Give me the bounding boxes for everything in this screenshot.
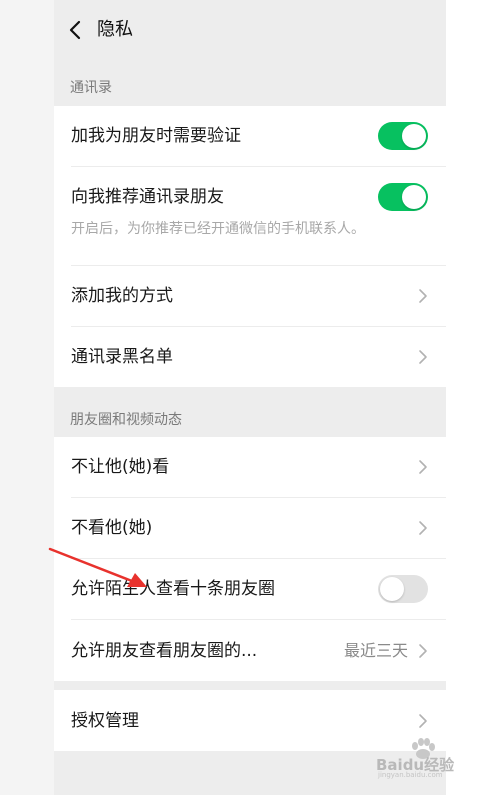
- watermark-url: jingyan.baidu.com: [378, 771, 443, 779]
- row-recommend-contacts: 向我推荐通讯录朋友 开启后，为你推荐已经开通微信的手机联系人。: [54, 167, 446, 266]
- row-hide-their-posts[interactable]: 不看他(她): [54, 498, 446, 559]
- toggle-knob: [402, 185, 426, 209]
- recommend-contacts-toggle[interactable]: [378, 183, 428, 211]
- verify-friend-request-toggle[interactable]: [378, 122, 428, 150]
- row-label: 不让他(她)看: [71, 457, 170, 477]
- row-friends-view-range[interactable]: 允许朋友查看朋友圈的... 最近三天: [54, 620, 446, 681]
- row-label: 通讯录黑名单: [71, 347, 173, 367]
- chevron-right-icon: [419, 460, 427, 474]
- contacts-card: 加我为朋友时需要验证 向我推荐通讯录朋友 开启后，为你推荐已经开通微信的手机联系…: [54, 106, 446, 387]
- chevron-right-icon: [419, 350, 427, 364]
- row-contacts-blacklist[interactable]: 通讯录黑名单: [54, 327, 446, 387]
- view-range-value: 最近三天: [343, 641, 408, 660]
- strangers-view-posts-toggle[interactable]: [378, 575, 428, 603]
- privacy-settings-screen: 隐私 通讯录 加我为朋友时需要验证 向我推荐通讯录朋友 开启后，为你推荐已经开通…: [54, 0, 446, 795]
- row-description: 开启后，为你推荐已经开通微信的手机联系人。: [71, 221, 365, 237]
- nav-bar: 隐私: [54, 0, 446, 60]
- row-label: 授权管理: [71, 711, 139, 731]
- row-label: 向我推荐通讯录朋友: [71, 187, 224, 207]
- page-title: 隐私: [97, 19, 133, 40]
- row-ways-to-add-me[interactable]: 添加我的方式: [54, 266, 446, 327]
- chevron-right-icon: [419, 644, 427, 658]
- row-strangers-view-ten-posts: 允许陌生人查看十条朋友圈: [54, 559, 446, 620]
- background-right-margin: [446, 0, 494, 795]
- section-header-contacts: 通讯录: [70, 80, 112, 96]
- chevron-right-icon: [419, 521, 427, 535]
- row-label: 允许陌生人查看十条朋友圈: [71, 579, 275, 599]
- baidu-watermark: Baidu经验 jingyan.baidu.com: [374, 738, 490, 779]
- section-header-moments: 朋友圈和视频动态: [70, 412, 182, 428]
- row-label: 添加我的方式: [71, 286, 173, 306]
- back-button[interactable]: [60, 12, 94, 48]
- background-left-margin: [0, 0, 54, 795]
- row-label: 允许朋友查看朋友圈的...: [71, 641, 258, 661]
- moments-card: 不让他(她)看 不看他(她) 允许陌生人查看十条朋友圈 允许朋友查看朋友圈的..…: [54, 437, 446, 681]
- chevron-right-icon: [419, 289, 427, 303]
- row-label: 加我为朋友时需要验证: [71, 126, 241, 146]
- row-verify-friend-request: 加我为朋友时需要验证: [54, 106, 446, 167]
- toggle-knob: [402, 124, 426, 148]
- toggle-knob: [380, 577, 404, 601]
- chevron-left-icon: [69, 20, 81, 40]
- row-label: 不看他(她): [71, 518, 153, 538]
- row-hide-my-posts[interactable]: 不让他(她)看: [54, 437, 446, 498]
- screenshot-stage: 隐私 通讯录 加我为朋友时需要验证 向我推荐通讯录朋友 开启后，为你推荐已经开通…: [0, 0, 494, 795]
- chevron-right-icon: [419, 714, 427, 728]
